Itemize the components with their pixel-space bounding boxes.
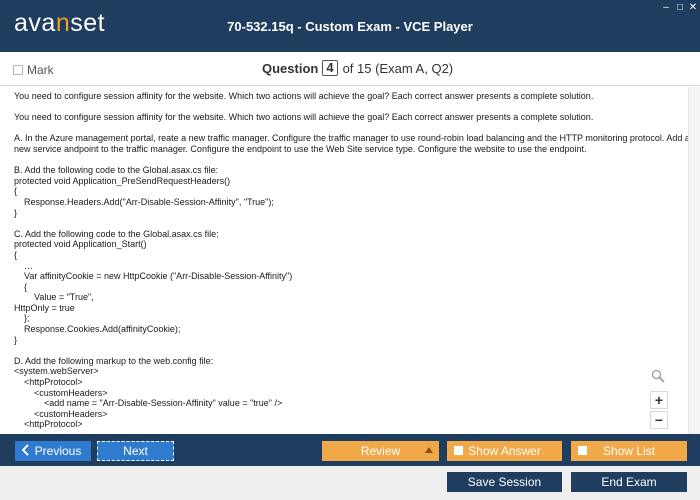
save-session-label: Save Session: [467, 475, 542, 489]
show-list-label: Show List: [602, 444, 656, 458]
mark-checkbox[interactable]: Mark: [13, 63, 54, 77]
previous-button[interactable]: Previous: [15, 441, 91, 461]
review-label: Review: [360, 444, 401, 458]
question-content: You need to configure session affinity f…: [0, 87, 688, 434]
content-line: [14, 218, 674, 229]
question-indicator: Question 4 of 15 (Exam A, Q2): [262, 60, 453, 76]
content-scrollbar[interactable]: [688, 87, 700, 434]
question-bar: Mark Question 4 of 15 (Exam A, Q2): [0, 52, 700, 86]
content-line: Response.Cookies.Add(affinityCookie);: [14, 324, 181, 335]
mark-label: Mark: [27, 63, 54, 77]
content-line: {: [14, 186, 18, 197]
content-line: A. In the Azure management portal, reate…: [14, 133, 688, 144]
content-line: Var affinityCookie = new HttpCookie ("Ar…: [14, 271, 293, 282]
review-button[interactable]: Review: [322, 441, 439, 461]
minimize-icon[interactable]: ‒: [660, 3, 672, 13]
show-answer-checkbox-icon[interactable]: [454, 446, 463, 455]
content-line: new service andpoint to the traffic mana…: [14, 143, 587, 154]
content-line: <add name = "Arr-Disable-Session-Affinit…: [14, 398, 283, 409]
question-of-label: of 15 (Exam A, Q2): [342, 60, 454, 76]
content-line: Value = "True",: [14, 292, 94, 303]
content-line: <httpProtocol>: [14, 377, 83, 388]
content-line: [14, 155, 674, 166]
content-line: protected void Application_Start(): [14, 239, 147, 250]
checkbox-icon: [13, 65, 23, 75]
content-line: HttpOnly = true: [14, 302, 75, 313]
zoom-search-icon: [651, 369, 665, 386]
show-list-button[interactable]: Show List: [571, 441, 687, 461]
content-line: protected void Application_PreSendReques…: [14, 175, 231, 186]
zoom-out-button[interactable]: −: [650, 411, 668, 429]
previous-label: Previous: [34, 444, 82, 458]
content-line: <customHeaders>: [14, 408, 108, 419]
content-line: <system.webServer>: [14, 366, 99, 377]
end-exam-button[interactable]: End Exam: [571, 472, 687, 492]
content-line: [14, 345, 674, 356]
chevron-left-icon: [21, 444, 30, 459]
content-line: …: [14, 260, 34, 271]
content-line: You need to configure session affinity f…: [14, 91, 594, 101]
window-title: 70-532.15q - Custom Exam - VCE Player: [227, 19, 473, 34]
content-line: };: [14, 313, 30, 324]
show-list-checkbox-icon[interactable]: [578, 446, 587, 455]
content-line: <customHeaders>: [14, 387, 108, 398]
content-line: [14, 123, 674, 134]
maximize-icon[interactable]: □: [674, 3, 686, 13]
zoom-in-button[interactable]: +: [650, 391, 668, 409]
question-number-box[interactable]: 4: [322, 60, 338, 76]
next-button[interactable]: Next: [97, 441, 174, 461]
question-label: Question: [262, 60, 319, 76]
show-answer-button[interactable]: Show Answer: [447, 441, 562, 461]
save-session-button[interactable]: Save Session: [447, 472, 562, 492]
content-line: B. Add the following code to the Global.…: [14, 165, 219, 176]
content-line: [14, 102, 674, 113]
content-line: {: [14, 281, 28, 292]
end-exam-label: End Exam: [601, 475, 657, 489]
content-line: You need to configure session affinity f…: [14, 112, 594, 123]
content-line: }: [14, 207, 18, 218]
content-line: D. Add the following markup to the web.c…: [14, 355, 214, 366]
triangle-up-icon: [425, 447, 433, 453]
content-line: Response.Headers.Add("Arr-Disable-Sessio…: [14, 196, 274, 207]
content-line: }: [14, 334, 18, 345]
content-line: <httpProtocol>: [14, 419, 83, 430]
title-bar: avanset 70-532.15q - Custom Exam - VCE P…: [0, 0, 700, 52]
show-answer-label: Show Answer: [468, 444, 541, 458]
content-line: C. Add the following code to the Global.…: [14, 228, 219, 239]
next-label: Next: [123, 444, 148, 458]
content-line: {: [14, 249, 18, 260]
close-icon[interactable]: ✕: [687, 3, 699, 13]
